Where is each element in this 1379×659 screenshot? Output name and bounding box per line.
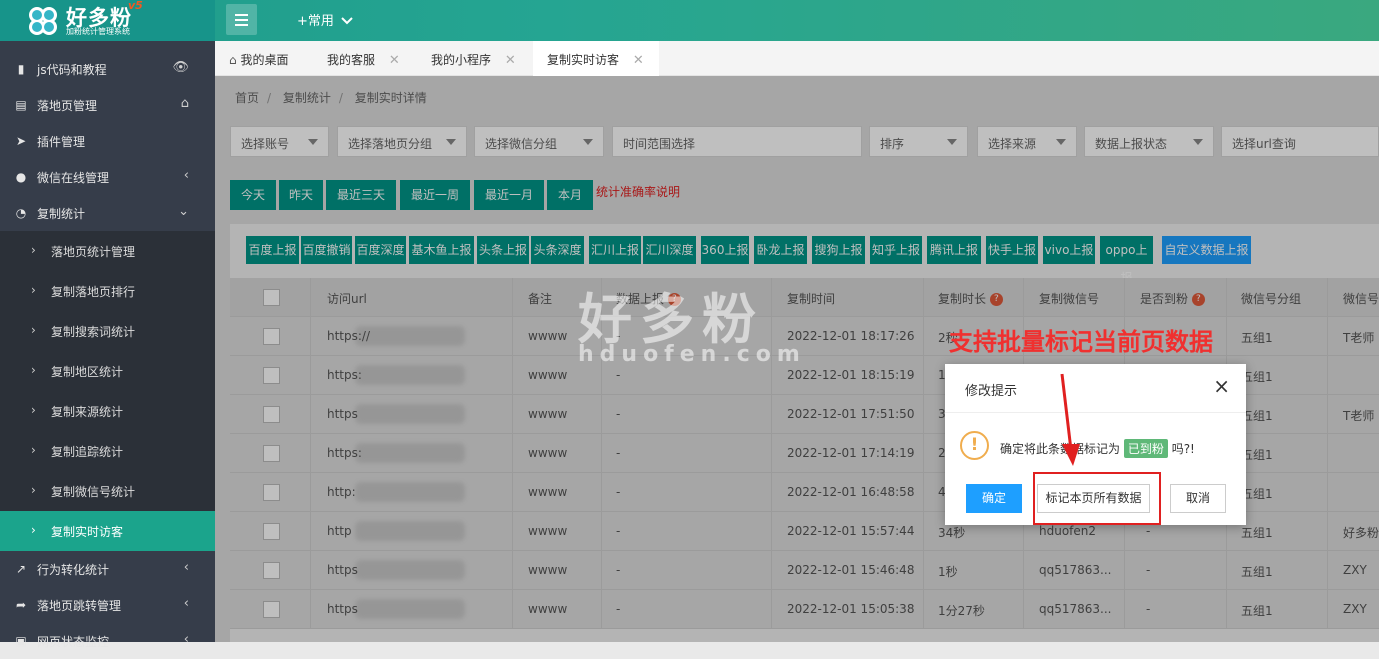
page-icon: ▤ xyxy=(15,98,27,112)
close-icon[interactable]: ✕ xyxy=(633,53,644,68)
sidebar-subitem-tracking[interactable]: › 复制追踪统计 xyxy=(0,431,215,471)
chevron-right-icon: › xyxy=(31,403,36,417)
line-chart-icon: ↗ xyxy=(15,562,27,576)
sidebar-subitem-label: 复制实时访客 xyxy=(51,525,124,539)
sidebar-subitem-label: 复制搜索词统计 xyxy=(51,325,136,339)
menu-toggle-button[interactable] xyxy=(226,4,257,35)
tab-my-miniprogram[interactable]: 我的小程序 ✕ xyxy=(431,41,516,76)
chevron-down-icon: ⌄ xyxy=(178,204,189,219)
send-icon: ➤ xyxy=(15,134,27,148)
bookmark-icon: ▮ xyxy=(17,62,25,76)
sidebar-item-wechat-online[interactable]: ● 微信在线管理 ‹ xyxy=(0,159,215,195)
share-icon: ➦ xyxy=(15,598,27,612)
annotation-arrow-icon xyxy=(1060,373,1080,466)
sidebar-item-js-code[interactable]: ▮ js代码和教程 👁 xyxy=(0,51,215,87)
sidebar-item-label: 行为转化统计 xyxy=(37,563,110,577)
sidebar-subitem-realtime-visitors[interactable]: › 复制实时访客 xyxy=(0,511,215,551)
chevron-left-icon: ‹ xyxy=(183,632,189,647)
dialog-title: 修改提示 xyxy=(965,384,1018,399)
clover-logo-icon xyxy=(29,7,57,35)
tab-label: 我的客服 xyxy=(327,53,376,67)
close-icon[interactable]: ✕ xyxy=(389,53,400,68)
common-menu-label: +常用 xyxy=(297,14,334,29)
pie-chart-icon: ◔ xyxy=(15,206,27,220)
tab-realtime-visitors[interactable]: 复制实时访客 ✕ xyxy=(533,41,659,76)
monitor-icon: ▣ xyxy=(15,634,27,648)
home-icon[interactable]: ⌂ xyxy=(181,96,189,111)
sidebar-item-landing-redirect[interactable]: ➦ 落地页跳转管理 ‹ xyxy=(0,587,215,623)
sidebar-subitem-label: 落地页统计管理 xyxy=(51,245,136,259)
sidebar-item-page-monitor[interactable]: ▣ 网页状态监控 ‹ xyxy=(0,623,215,659)
tab-label: 复制实时访客 xyxy=(547,53,620,67)
sidebar-item-label: 复制统计 xyxy=(37,207,86,221)
sidebar-item-plugins[interactable]: ➤ 插件管理 xyxy=(0,123,215,159)
sidebar-item-label: 落地页管理 xyxy=(37,99,98,113)
chevron-left-icon: ‹ xyxy=(183,596,189,611)
sidebar-subitem-label: 复制微信号统计 xyxy=(51,485,136,499)
tab-my-service[interactable]: 我的客服 ✕ xyxy=(327,41,400,76)
sidebar-subitem-landing-stats[interactable]: › 落地页统计管理 xyxy=(0,231,215,271)
sidebar: ▮ js代码和教程 👁 ▤ 落地页管理 ⌂ ➤ 插件管理 ● 微信在线管理 ‹ … xyxy=(0,41,215,649)
chevron-right-icon: › xyxy=(31,243,36,257)
cancel-button[interactable]: 取消 xyxy=(1170,484,1226,513)
chevron-right-icon: › xyxy=(31,443,36,457)
sidebar-subitem-region[interactable]: › 复制地区统计 xyxy=(0,351,215,391)
sidebar-subitem-source[interactable]: › 复制来源统计 xyxy=(0,391,215,431)
common-menu[interactable]: +常用 xyxy=(297,10,353,29)
tab-label: 我的桌面 xyxy=(240,53,289,67)
sidebar-subitem-label: 复制地区统计 xyxy=(51,365,124,379)
sidebar-item-label: js代码和教程 xyxy=(37,63,107,77)
close-icon[interactable]: ✕ xyxy=(505,53,516,68)
brand-subtitle: 加粉统计管理系统 xyxy=(66,27,130,36)
sidebar-item-copy-stats[interactable]: ◔ 复制统计 ⌄ xyxy=(0,195,215,231)
close-icon[interactable]: × xyxy=(1213,374,1230,398)
logo[interactable]: 好多粉 v5 加粉统计管理系统 xyxy=(0,0,215,41)
tab-my-desktop[interactable]: ⌂ 我的桌面 xyxy=(229,41,288,76)
status-badge: 已到粉 xyxy=(1123,439,1168,458)
wechat-icon: ● xyxy=(15,170,27,184)
message-text: 吗?! xyxy=(1171,442,1195,456)
sidebar-item-label: 插件管理 xyxy=(37,135,86,149)
sidebar-subitem-wechat-id[interactable]: › 复制微信号统计 xyxy=(0,471,215,511)
chevron-down-icon xyxy=(341,17,353,25)
sidebar-item-landing-pages[interactable]: ▤ 落地页管理 ⌂ xyxy=(0,87,215,123)
highlight-box xyxy=(1033,472,1161,525)
chevron-right-icon: › xyxy=(31,363,36,377)
eye-icon[interactable]: 👁 xyxy=(172,60,189,75)
chevron-left-icon: ‹ xyxy=(183,560,189,575)
tab-label: 我的小程序 xyxy=(431,53,492,67)
annotation-callout: 支持批量标记当前页数据 xyxy=(949,328,1213,356)
dialog-message: 确定将此条数据标记为 已到粉 吗?! xyxy=(1000,439,1195,458)
home-icon: ⌂ xyxy=(229,53,237,67)
sidebar-subitem-label: 复制落地页排行 xyxy=(51,285,136,299)
sidebar-subitem-label: 复制追踪统计 xyxy=(51,445,124,459)
chevron-right-icon: › xyxy=(31,523,36,537)
sidebar-item-label: 微信在线管理 xyxy=(37,171,110,185)
tab-bar: ⌂ 我的桌面 我的客服 ✕ 我的小程序 ✕ 复制实时访客 ✕ xyxy=(215,41,1379,76)
brand-version: v5 xyxy=(128,0,143,12)
sidebar-subitem-search-terms[interactable]: › 复制搜索词统计 xyxy=(0,311,215,351)
sidebar-item-label: 落地页跳转管理 xyxy=(37,599,122,613)
top-bar: 好多粉 v5 加粉统计管理系统 +常用 xyxy=(0,0,1379,41)
watermark-url: hduofen.com xyxy=(578,342,806,367)
chevron-right-icon: › xyxy=(31,323,36,337)
warning-icon: ! xyxy=(960,431,989,460)
chevron-right-icon: › xyxy=(31,283,36,297)
chevron-left-icon: ‹ xyxy=(183,168,189,183)
chevron-right-icon: › xyxy=(31,483,36,497)
sidebar-subitem-landing-rank[interactable]: › 复制落地页排行 xyxy=(0,271,215,311)
sidebar-subitem-label: 复制来源统计 xyxy=(51,405,124,419)
sidebar-item-behavior-conversion[interactable]: ↗ 行为转化统计 ‹ xyxy=(0,551,215,587)
confirm-button[interactable]: 确定 xyxy=(966,484,1022,513)
